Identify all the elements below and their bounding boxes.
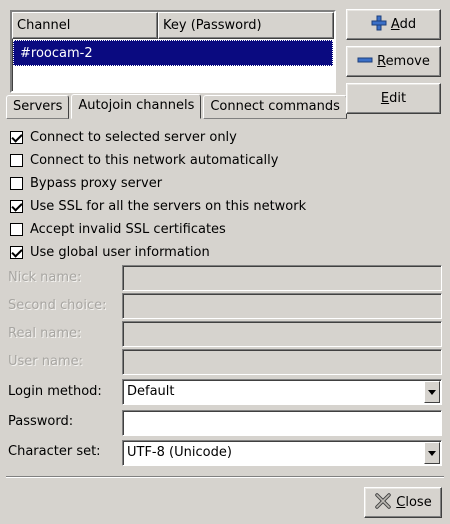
column-header-key[interactable]: Key (Password) bbox=[158, 12, 334, 39]
table-header: Channel Key (Password) bbox=[12, 12, 334, 39]
close-button[interactable]: Close bbox=[364, 487, 442, 518]
character-set-select[interactable]: UTF-8 (Unicode) bbox=[122, 440, 442, 466]
login-method-select[interactable]: Default bbox=[122, 379, 442, 405]
column-header-channel[interactable]: Channel bbox=[12, 12, 158, 39]
use-global-user-info-checkbox[interactable]: Use global user information bbox=[10, 243, 210, 261]
checkbox-indicator[interactable] bbox=[10, 245, 23, 259]
table-row[interactable]: #roocam-2 bbox=[13, 40, 333, 66]
tab-bar: Servers Autojoin channels Connect comman… bbox=[6, 94, 349, 119]
autojoin-channel-table[interactable]: Channel Key (Password) #roocam-2 bbox=[10, 10, 336, 93]
user-name-field bbox=[122, 349, 442, 375]
chevron-down-icon[interactable] bbox=[424, 381, 440, 403]
checkbox-indicator[interactable] bbox=[10, 153, 23, 167]
real-name-label: Real name: bbox=[8, 326, 82, 341]
checkbox-label: Bypass proxy server bbox=[30, 175, 163, 191]
real-name-field bbox=[122, 321, 442, 347]
second-choice-field bbox=[122, 293, 442, 319]
checkbox-indicator[interactable] bbox=[10, 222, 23, 236]
chevron-down-icon[interactable] bbox=[424, 442, 440, 464]
checkbox-label: Accept invalid SSL certificates bbox=[30, 221, 226, 237]
login-method-value: Default bbox=[127, 384, 175, 399]
character-set-value: UTF-8 (Unicode) bbox=[127, 445, 232, 460]
nick-name-field bbox=[122, 265, 442, 291]
edit-button-label: Edit bbox=[380, 91, 407, 106]
add-button-label: Add bbox=[390, 17, 417, 32]
network-edit-dialog: Channel Key (Password) #roocam-2 Servers… bbox=[0, 0, 450, 524]
plus-icon bbox=[371, 15, 387, 35]
second-choice-label: Second choice: bbox=[8, 298, 107, 313]
user-name-label: User name: bbox=[8, 354, 84, 369]
password-label: Password: bbox=[8, 414, 74, 429]
channel-cell: #roocam-2 bbox=[20, 46, 93, 61]
use-ssl-checkbox[interactable]: Use SSL for all the servers on this netw… bbox=[10, 197, 306, 215]
checkbox-label: Connect to this network automatically bbox=[30, 152, 279, 168]
close-button-label: Close bbox=[396, 495, 432, 510]
tab-connect-commands[interactable]: Connect commands bbox=[203, 95, 347, 119]
bypass-proxy-checkbox[interactable]: Bypass proxy server bbox=[10, 174, 162, 192]
checkbox-indicator[interactable] bbox=[10, 176, 23, 190]
remove-button[interactable]: Remove bbox=[346, 46, 441, 77]
minus-icon bbox=[357, 52, 373, 72]
checkbox-label: Connect to selected server only bbox=[30, 129, 237, 145]
connect-automatically-checkbox[interactable]: Connect to this network automatically bbox=[10, 151, 278, 169]
checkbox-indicator[interactable] bbox=[10, 130, 23, 144]
checkbox-label: Use global user information bbox=[30, 244, 210, 260]
checkbox-label: Use SSL for all the servers on this netw… bbox=[30, 198, 307, 214]
tab-servers[interactable]: Servers bbox=[6, 95, 70, 119]
login-method-label: Login method: bbox=[8, 384, 102, 399]
checkbox-indicator[interactable] bbox=[10, 199, 23, 213]
accept-invalid-ssl-checkbox[interactable]: Accept invalid SSL certificates bbox=[10, 220, 226, 238]
connect-selected-server-only-checkbox[interactable]: Connect to selected server only bbox=[10, 128, 237, 146]
nick-name-label: Nick name: bbox=[8, 270, 82, 285]
password-field[interactable] bbox=[122, 410, 442, 436]
add-button[interactable]: Add bbox=[346, 9, 441, 40]
separator bbox=[6, 476, 444, 478]
character-set-label: Character set: bbox=[8, 444, 101, 459]
remove-button-label: Remove bbox=[377, 54, 430, 69]
tab-autojoin-channels[interactable]: Autojoin channels bbox=[71, 94, 202, 119]
edit-button[interactable]: Edit bbox=[346, 83, 441, 114]
close-icon bbox=[374, 492, 392, 514]
